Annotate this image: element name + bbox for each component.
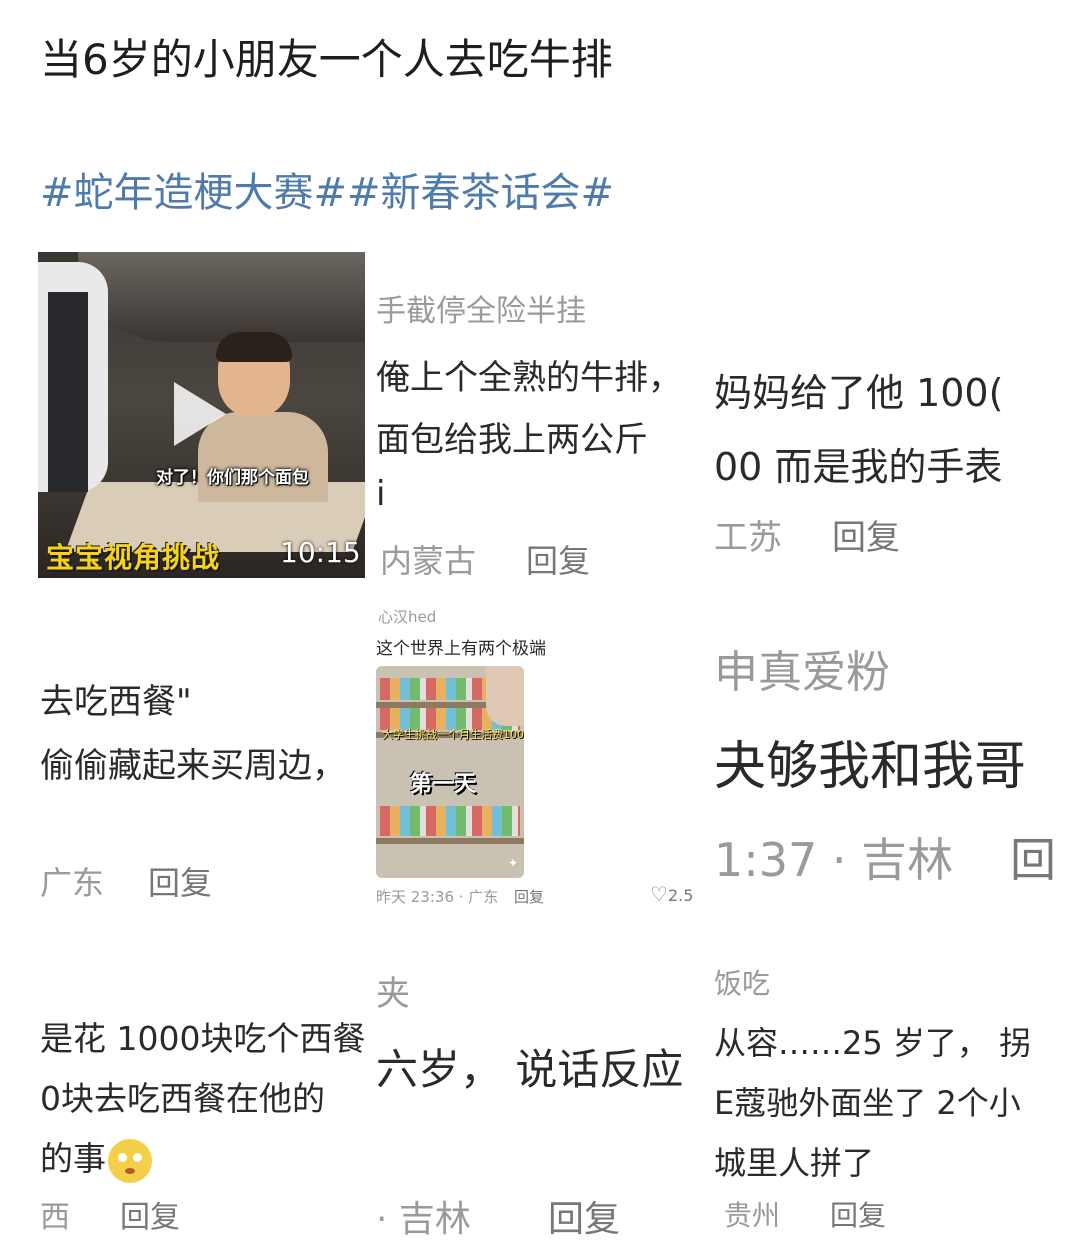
comment-text-line: 00 而是我的手表 [714, 445, 1003, 489]
comment-text-line: 0块去吃西餐在他的 [40, 1079, 325, 1118]
shelf-row [380, 806, 520, 836]
pleading-face-emoji-icon [108, 1138, 152, 1183]
comment-text-line: 六岁， 说话反应 [376, 1045, 684, 1094]
comment-location: 西 [40, 1200, 70, 1235]
video-thumbnail[interactable]: 对了！你们那个面包 宝宝视角挑战 10:15 [38, 252, 365, 578]
post-title: 当6岁的小朋友一个人去吃牛排 [40, 35, 613, 84]
comment-text-line: 妈妈给了他 100( [714, 371, 1004, 415]
video-thumbnail-store[interactable]: 大学生挑战一个月生活费1000元 第一天 ✦ [376, 666, 524, 878]
comment-text-line: 面包给我上两公斤 [376, 420, 648, 460]
video-waiter [38, 262, 108, 492]
reply-button[interactable]: 回 [1010, 824, 1056, 890]
comment-username[interactable]: 饭吃 [714, 962, 770, 1002]
comment-text-line: 从容……25 岁了， 拐 [714, 1024, 1032, 1062]
reply-button[interactable]: 回复 [526, 536, 590, 582]
comment-text-line: 城里人拼了 [714, 1144, 875, 1182]
comment-location: 工苏 [714, 518, 782, 558]
heart-icon: ♡ [650, 882, 668, 906]
video-duration: 10:15 [280, 536, 361, 569]
post-hashtags[interactable]: #蛇年造梗大赛##新春茶话会# [40, 160, 614, 218]
comment-text-line: 的事 [40, 1132, 152, 1183]
sparkle-icon: ✦ [508, 856, 519, 870]
comment-text-line: 俺上个全熟的牛排， [376, 358, 682, 398]
comment-text-line: 夬够我和我哥 [714, 737, 1027, 797]
video-caption: 对了！你们那个面包 [156, 468, 309, 488]
reply-button[interactable]: 回复 [548, 1190, 620, 1242]
comment-text-line: E蔻驰外面坐了 2个小 [714, 1084, 1021, 1122]
thumbnail-caption: 大学生挑战一个月生活费1000元 [382, 728, 524, 741]
comment-username[interactable]: 心汉hed [378, 606, 436, 627]
comment-text-line: 偷偷藏起来买周边， [40, 746, 346, 786]
comment-username[interactable]: 手截停全险半挂 [376, 286, 586, 330]
comment-text-line: 这个世界上有两个极端 [376, 639, 546, 659]
reply-button[interactable]: 回复 [514, 886, 544, 907]
reply-button[interactable]: 回复 [830, 1194, 886, 1234]
shelf [376, 838, 524, 844]
like-count: 2.5 [667, 886, 694, 905]
comment-text-line: 是花 1000块吃个西餐 [40, 1019, 366, 1058]
video-challenge-label: 宝宝视角挑战 [46, 541, 221, 574]
comment-meta: 昨天 23:36 · 广东 [376, 888, 499, 906]
like-button[interactable]: ♡2.5 [650, 882, 693, 906]
comment-text-line: 去吃西餐" [40, 682, 192, 722]
comment-location: 广东 [40, 864, 105, 902]
comment-time-location: 1:37 · 吉林 [714, 833, 954, 887]
comment-location: 贵州 [724, 1199, 781, 1232]
comment-location: · 吉林 [376, 1199, 471, 1240]
shopper [486, 666, 524, 726]
reply-button[interactable]: 回复 [148, 858, 212, 904]
reply-button[interactable]: 回复 [832, 510, 900, 559]
video-child-hair [216, 332, 292, 362]
comment-location: 内蒙古 [380, 542, 477, 580]
thumbnail-day-label: 第一天 [410, 772, 477, 797]
comment-text-fragment: 的事 [40, 1139, 106, 1178]
play-icon[interactable] [174, 382, 226, 446]
comment-username[interactable]: 申真爱粉 [714, 636, 890, 700]
reply-button[interactable]: 回复 [120, 1192, 180, 1236]
comment-text-line: i [376, 474, 386, 514]
comment-username[interactable]: 夹 [376, 966, 410, 1015]
